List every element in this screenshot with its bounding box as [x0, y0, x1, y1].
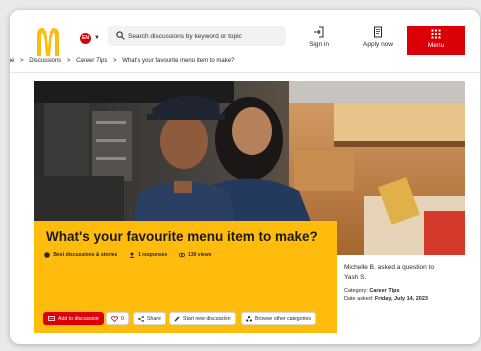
- date-label: Date asked:: [344, 296, 374, 302]
- categories-icon: [246, 315, 252, 322]
- chevron-right-icon: >: [66, 58, 71, 64]
- eye-icon: [178, 252, 185, 258]
- asker-line-1: Michelle B. asked a question to: [344, 264, 434, 271]
- date-line: Date asked: Friday, July 14, 2023: [344, 296, 474, 302]
- breadcrumb-item-career-tips[interactable]: Career Tips: [76, 58, 107, 64]
- pencil-icon: [174, 316, 180, 322]
- responses-count: 1 responses: [138, 252, 168, 258]
- asker-text: Michelle B. asked a question to Yash S.: [344, 263, 474, 282]
- chevron-down-icon[interactable]: ▼: [94, 35, 100, 41]
- date-value: Friday, July 14, 2023: [374, 296, 428, 302]
- breadcrumb: me > Discussions > Career Tips > What's …: [10, 58, 476, 70]
- application-icon: [374, 26, 382, 38]
- site-header: EN ▼ Sign in Apply now: [10, 10, 480, 56]
- search-input[interactable]: [128, 26, 278, 46]
- category-value[interactable]: Career Tips: [369, 288, 399, 294]
- language-badge[interactable]: EN: [80, 33, 91, 44]
- apply-now-button[interactable]: Apply now: [356, 26, 400, 48]
- menu-button[interactable]: Menu: [407, 26, 465, 55]
- sign-in-icon: [314, 26, 324, 38]
- browse-categories-label: Browse other categories: [255, 316, 311, 322]
- question-info: Michelle B. asked a question to Yash S. …: [344, 263, 474, 302]
- breadcrumb-item-discussions[interactable]: Discussions: [29, 58, 61, 64]
- breadcrumb-item-home[interactable]: me: [10, 58, 14, 64]
- post-meta: Best discussions & stories 1 responses 1…: [44, 252, 221, 258]
- start-new-discussion-label: Start new discussion: [183, 316, 231, 322]
- chevron-right-icon: >: [113, 58, 117, 64]
- heart-icon: [111, 315, 118, 322]
- people-icon: [129, 252, 135, 258]
- sign-in-button[interactable]: Sign in: [298, 26, 340, 48]
- post-title: What's your favourite menu item to make?: [46, 229, 318, 244]
- category-label: Category:: [344, 288, 368, 294]
- views-count: 130 views: [188, 252, 212, 258]
- golden-arches-icon[interactable]: [35, 26, 61, 56]
- menu-label: Menu: [427, 42, 445, 49]
- share-icon: [138, 315, 144, 322]
- category-badge[interactable]: Best discussions & stories: [53, 252, 117, 258]
- add-to-discussion-button[interactable]: Add to discussion: [43, 312, 104, 325]
- add-to-discussion-label: Add to discussion: [58, 316, 99, 322]
- comment-icon: [48, 315, 55, 321]
- like-count: 0: [121, 316, 124, 322]
- search-bar[interactable]: [108, 26, 286, 46]
- share-button[interactable]: Share: [133, 312, 166, 325]
- grid-icon: [431, 29, 441, 39]
- like-button[interactable]: 0: [106, 312, 129, 325]
- share-label: Share: [147, 316, 161, 322]
- sign-in-label: Sign in: [309, 41, 329, 48]
- asker-line-2: Yash S.: [344, 273, 367, 281]
- category-line: Category: Career Tips: [344, 288, 474, 294]
- chevron-right-icon: >: [20, 58, 24, 64]
- divider: [10, 72, 480, 73]
- category-icon: [44, 252, 50, 258]
- browser-frame: EN ▼ Sign in Apply now: [10, 10, 480, 344]
- apply-now-label: Apply now: [363, 41, 393, 48]
- breadcrumb-item-current: What's your favourite menu item to make?: [122, 58, 235, 64]
- start-new-discussion-button[interactable]: Start new discussion: [169, 312, 236, 325]
- browse-categories-button[interactable]: Browse other categories: [241, 312, 316, 325]
- search-icon: [116, 31, 125, 40]
